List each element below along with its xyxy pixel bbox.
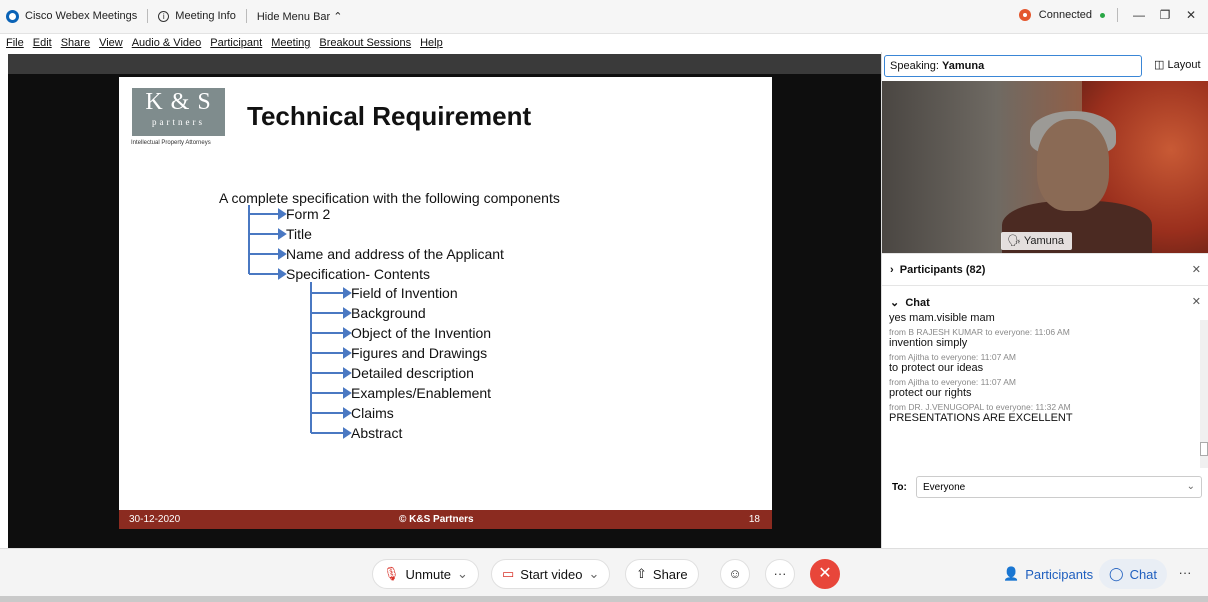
close-participants-icon[interactable]: ✕	[1192, 263, 1201, 276]
chat-button[interactable]: ◯ Chat	[1099, 559, 1168, 589]
active-speaker-box[interactable]: Speaking: Yamuna	[884, 55, 1142, 77]
participants-panel-header[interactable]: › Participants (82) ✕	[882, 253, 1208, 285]
meeting-controls: 🎙 Unmute ⌄ ▭ Start video ⌄ ⇧ Share ☺ ···…	[0, 548, 1208, 602]
menu-participant[interactable]: Participant	[210, 37, 262, 49]
menu-file[interactable]: File	[6, 37, 24, 49]
slide-date: 30-12-2020	[129, 514, 181, 525]
muted-mic-icon: 🎙	[383, 566, 400, 581]
content-field-of-invention: Field of Invention	[351, 285, 458, 301]
close-icon[interactable]: ✕	[1182, 8, 1200, 22]
content-detailed-description: Detailed description	[351, 365, 474, 381]
menu-help[interactable]: Help	[420, 37, 443, 49]
component-specification: Specification- Contents	[286, 266, 430, 282]
menu-share[interactable]: Share	[61, 37, 90, 49]
chevron-down-icon: ⌄	[457, 566, 468, 581]
menu-breakout-sessions[interactable]: Breakout Sessions	[319, 37, 411, 49]
content-object: Object of the Invention	[351, 325, 492, 341]
content-abstract: Abstract	[351, 425, 403, 441]
webex-logo-icon	[6, 9, 19, 23]
participants-button[interactable]: 👤 Participants	[993, 559, 1103, 589]
start-video-button[interactable]: ▭ Start video ⌄	[491, 559, 611, 589]
slide-page-number: 18	[748, 514, 760, 525]
app-name: Cisco Webex Meetings	[25, 10, 138, 22]
webex-window: Cisco Webex Meetings i Meeting Info Hide…	[0, 0, 1208, 602]
component-form-2: Form 2	[286, 206, 331, 222]
title-bar: Cisco Webex Meetings i Meeting Info Hide…	[0, 0, 1208, 34]
close-chat-icon[interactable]: ✕	[1192, 295, 1201, 308]
chevron-down-icon: ⌄	[890, 297, 900, 309]
record-icon	[1018, 9, 1031, 21]
layout-button[interactable]: ◫ Layout	[1154, 58, 1201, 71]
layout-icon: ◫	[1154, 59, 1165, 71]
shared-content-stage: K & S partners Intellectual Property Att…	[8, 54, 881, 548]
chat-message: yes mam.visible mam	[889, 312, 995, 324]
meeting-info-button[interactable]: Meeting Info	[175, 10, 236, 22]
content-claims: Claims	[351, 405, 394, 421]
menu-edit[interactable]: Edit	[33, 37, 52, 49]
content-examples: Examples/Enablement	[351, 385, 492, 401]
taskbar-strip	[0, 596, 1208, 602]
chat-scrollbar[interactable]	[1200, 320, 1208, 468]
right-panel: Speaking: Yamuna ◫ Layout 🗣 Yamuna › Par…	[881, 52, 1208, 548]
video-name-label: 🗣 Yamuna	[1001, 232, 1072, 250]
slide-copyright: © K&S Partners	[399, 514, 474, 525]
chat-messages[interactable]: yes mam.visible mam from B RAJESH KUMAR …	[889, 312, 1199, 464]
chat-icon: ◯	[1109, 566, 1124, 581]
share-button[interactable]: ⇧ Share	[625, 559, 699, 589]
hide-menu-bar-button[interactable]: Hide Menu Bar ⌃	[257, 10, 343, 23]
more-panels-button[interactable]: ···	[1170, 559, 1200, 589]
restore-icon[interactable]: ❐	[1156, 8, 1174, 22]
chevron-down-icon: ⌄	[1186, 481, 1195, 492]
component-applicant: Name and address of the Applicant	[286, 246, 504, 262]
chat-recipient-select[interactable]: Everyone ⌄	[916, 476, 1202, 498]
connection-indicator-icon	[1100, 12, 1105, 18]
chevron-up-icon: ⌃	[333, 10, 343, 23]
chat-message: from B RAJESH KUMAR to everyone: 11:06 A…	[889, 327, 1070, 349]
participants-icon: 👤	[1003, 566, 1020, 581]
chat-recipient-row: To: Everyone ⌄	[890, 476, 1202, 498]
unmute-button[interactable]: 🎙 Unmute ⌄	[372, 559, 479, 589]
content-background: Background	[351, 305, 426, 321]
reactions-icon[interactable]: ☺	[720, 559, 750, 589]
menu-view[interactable]: View	[99, 37, 123, 49]
more-options-button[interactable]: ···	[765, 559, 795, 589]
end-call-icon[interactable]: ✕	[810, 559, 840, 589]
content-figures: Figures and Drawings	[351, 345, 488, 361]
speaker-video[interactable]: 🗣 Yamuna	[882, 81, 1208, 253]
share-icon: ⇧	[636, 566, 647, 581]
chevron-down-icon: ⌄	[588, 566, 600, 581]
info-icon: i	[158, 10, 170, 22]
chevron-right-icon: ›	[890, 264, 894, 276]
chat-message: from Ajitha to everyone: 11:07 AM protec…	[889, 377, 1016, 399]
menu-bar: File Edit Share View Audio & Video Parti…	[0, 34, 1208, 52]
chat-message: from Ajitha to everyone: 11:07 AM to pro…	[889, 352, 1016, 374]
video-off-icon: ▭	[502, 566, 515, 581]
presentation-slide: K & S partners Intellectual Property Att…	[119, 77, 772, 529]
chat-message: from DR. J.VENUGOPAL to everyone: 11:32 …	[889, 402, 1073, 424]
menu-meeting[interactable]: Meeting	[271, 37, 310, 49]
scroll-thumb[interactable]	[1200, 442, 1208, 456]
minimize-icon[interactable]: —	[1130, 8, 1148, 22]
slide-footer: 30-12-2020 © K&S Partners 18	[119, 510, 772, 529]
menu-audio-video[interactable]: Audio & Video	[132, 37, 202, 49]
to-label: To:	[892, 482, 907, 493]
connection-status: Connected	[1038, 9, 1092, 21]
component-title: Title	[286, 226, 312, 242]
tree-connectors	[248, 205, 352, 439]
speaking-icon: 🗣	[1007, 235, 1021, 247]
